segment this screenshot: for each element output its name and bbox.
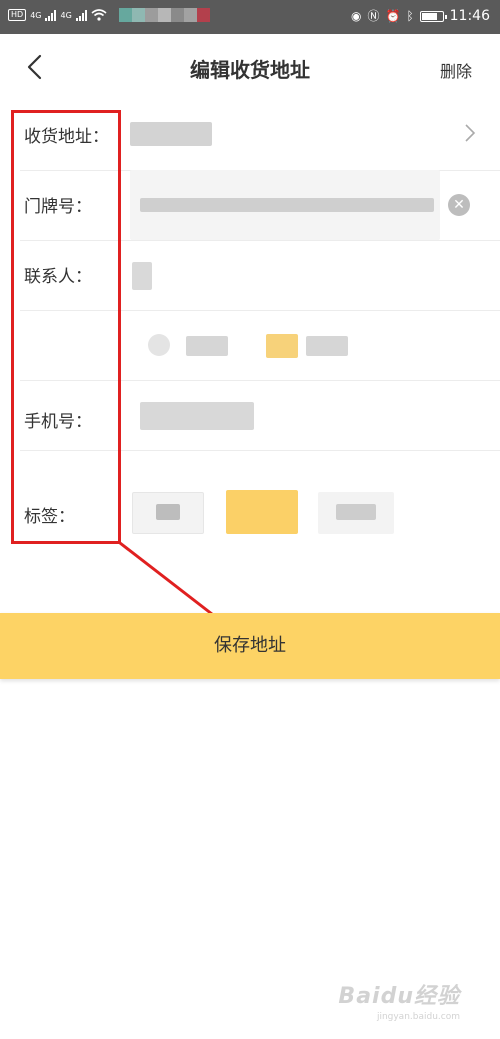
watermark-main: Baidu经验 xyxy=(338,984,460,1009)
annotation-arrow xyxy=(119,541,246,640)
watermark: Baidu经验 jingyan.baidu.com xyxy=(338,978,460,1022)
watermark-sub: jingyan.baidu.com xyxy=(376,1012,460,1022)
save-address-button[interactable]: 保存地址 xyxy=(0,613,500,679)
